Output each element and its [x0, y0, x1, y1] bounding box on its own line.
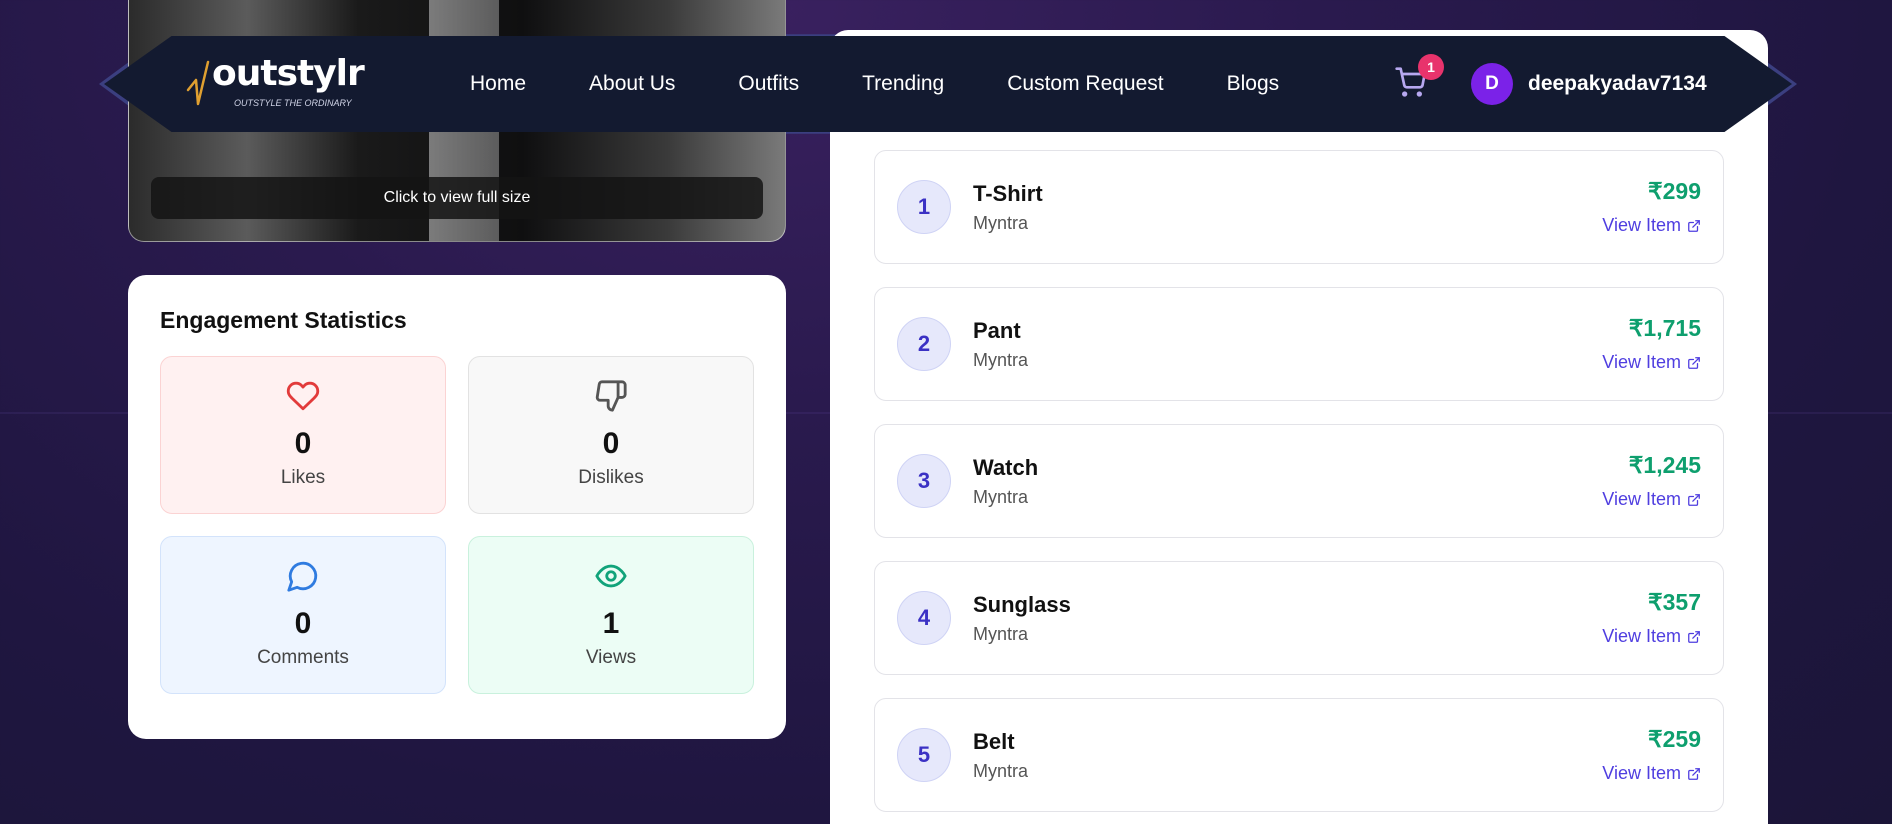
item-price: ₹357	[1647, 589, 1701, 615]
item-index-badge: 5	[897, 728, 951, 782]
likes-count: 0	[294, 427, 312, 460]
view-item-link[interactable]: View Item	[1602, 763, 1701, 784]
dislikes-count: 0	[602, 427, 620, 460]
view-item-link[interactable]: View Item	[1602, 352, 1701, 373]
view-item-label: View Item	[1602, 352, 1681, 372]
outfit-item: 2 Pant Myntra ₹1,715 View Item	[874, 287, 1724, 401]
view-item-label: View Item	[1602, 763, 1681, 783]
heart-icon	[286, 381, 320, 411]
outfit-item: 4 Sunglass Myntra ₹357 View Item	[874, 561, 1724, 675]
view-item-link[interactable]: View Item	[1602, 489, 1701, 510]
username: deepakyadav7134	[1528, 72, 1707, 95]
nav-links: Home About Us Outfits Trending Custom Re…	[470, 36, 1342, 132]
item-price: ₹299	[1647, 178, 1701, 204]
item-store: Myntra	[973, 760, 1029, 781]
eye-icon	[595, 564, 627, 588]
likes-label: Likes	[280, 467, 326, 488]
dislikes-stat[interactable]: 0 Dislikes	[468, 356, 754, 514]
external-link-icon	[1688, 219, 1700, 232]
comment-bubble-icon	[287, 561, 318, 592]
external-link-icon	[1688, 356, 1700, 369]
item-index-badge: 1	[897, 180, 951, 234]
nav-blogs[interactable]: Blogs	[1227, 72, 1280, 96]
likes-stat[interactable]: 0 Likes	[160, 356, 446, 514]
view-item-link[interactable]: View Item	[1602, 215, 1701, 236]
item-price: ₹1,715	[1628, 315, 1701, 341]
logo-text: outstylr	[212, 53, 365, 94]
item-index-badge: 4	[897, 591, 951, 645]
item-store: Myntra	[973, 486, 1029, 507]
item-name: Belt	[973, 728, 1015, 754]
view-item-link[interactable]: View Item	[1602, 626, 1701, 647]
outfit-item: 5 Belt Myntra ₹259 View Item	[874, 698, 1724, 812]
logo-mark-icon	[186, 60, 210, 106]
nav-custom-request[interactable]: Custom Request	[1007, 72, 1163, 96]
item-name: Sunglass	[973, 591, 1071, 617]
item-name: T-Shirt	[973, 180, 1043, 206]
external-link-icon	[1688, 767, 1700, 780]
outfit-items-panel: 1 T-Shirt Myntra ₹299 View Item 2 Pant M…	[830, 30, 1768, 824]
nav-about-us[interactable]: About Us	[589, 72, 675, 96]
cart-button[interactable]: 1	[1394, 54, 1444, 100]
item-store: Myntra	[973, 623, 1029, 644]
item-price: ₹259	[1647, 726, 1701, 752]
external-link-icon	[1688, 630, 1700, 643]
brand-logo[interactable]: outstylr OUTSTYLE THE ORDINARY	[184, 53, 365, 108]
main-navbar: outstylr OUTSTYLE THE ORDINARY Home Abou…	[98, 34, 1798, 134]
item-index-badge: 3	[897, 454, 951, 508]
view-item-label: View Item	[1602, 489, 1681, 509]
outfit-item: 3 Watch Myntra ₹1,245 View Item	[874, 424, 1724, 538]
dislikes-label: Dislikes	[578, 467, 644, 488]
views-label: Views	[585, 647, 637, 668]
views-stat: 1 Views	[468, 536, 754, 694]
logo-tagline: OUTSTYLE THE ORDINARY	[234, 98, 352, 108]
item-name: Watch	[973, 454, 1039, 480]
thumbs-down-icon	[595, 380, 627, 412]
cart-count-badge: 1	[1418, 54, 1444, 80]
nav-trending[interactable]: Trending	[862, 72, 944, 96]
engagement-statistics-title: Engagement Statistics	[160, 307, 407, 333]
outfit-item: 1 T-Shirt Myntra ₹299 View Item	[874, 150, 1724, 264]
avatar: D	[1471, 63, 1513, 105]
item-price: ₹1,245	[1628, 452, 1701, 478]
item-name: Pant	[973, 317, 1021, 343]
user-menu[interactable]: D deepakyadav7134	[1471, 63, 1707, 105]
engagement-statistics-card: Engagement Statistics 0 Likes 0 Dislikes…	[128, 275, 786, 739]
item-store: Myntra	[973, 212, 1029, 233]
item-store: Myntra	[973, 349, 1029, 370]
external-link-icon	[1688, 493, 1700, 506]
nav-home[interactable]: Home	[470, 72, 526, 96]
view-full-size-caption[interactable]: Click to view full size	[151, 177, 763, 219]
comments-stat[interactable]: 0 Comments	[160, 536, 446, 694]
comments-count: 0	[294, 607, 312, 640]
item-index-badge: 2	[897, 317, 951, 371]
view-item-label: View Item	[1602, 626, 1681, 646]
view-item-label: View Item	[1602, 215, 1681, 235]
views-count: 1	[602, 607, 620, 640]
comments-label: Comments	[257, 647, 349, 668]
nav-outfits[interactable]: Outfits	[738, 72, 799, 96]
